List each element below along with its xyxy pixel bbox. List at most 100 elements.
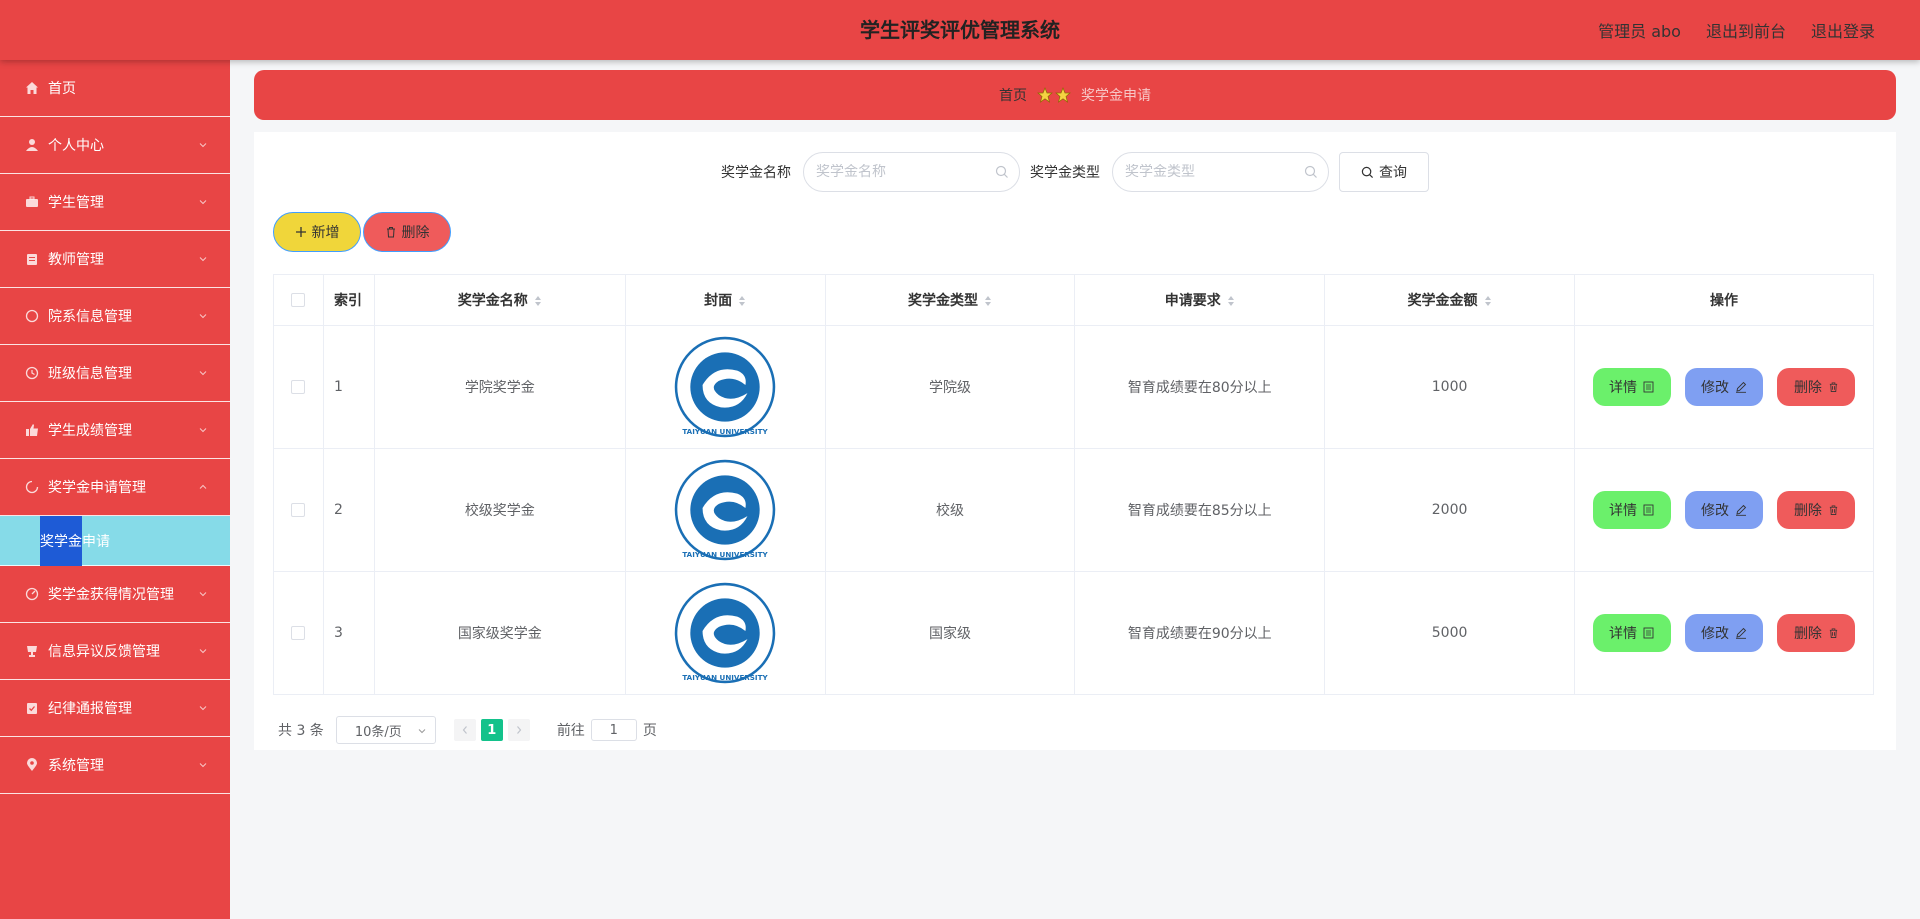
bulk-delete-button-label: 删除	[401, 225, 430, 241]
chevron-left-icon	[462, 726, 467, 734]
cup-icon	[24, 644, 39, 659]
cell-type: 学院级	[824, 325, 1076, 449]
edit-button[interactable]: 修改	[1684, 491, 1763, 529]
cell-requirement: 智育成绩要在85分以上	[1074, 448, 1326, 572]
edit-button[interactable]: 修改	[1684, 614, 1763, 652]
row-checkbox[interactable]	[291, 626, 306, 640]
cell-amount: 2000	[1324, 448, 1575, 572]
sidebar-item-scholarship-award-management[interactable]: 奖学金获得情况管理	[0, 566, 230, 623]
sidebar-item-teacher-management[interactable]: 教师管理	[0, 231, 230, 288]
breadcrumb: 首页 奖学金申请	[254, 70, 1896, 120]
sort-icon	[985, 296, 991, 306]
sidebar-subitem-scholarship-application[interactable]: 奖学金 申请	[0, 515, 230, 566]
chevron-down-icon	[199, 257, 207, 262]
cell-operations: 详情 修改 删除	[1573, 571, 1875, 695]
next-page-button[interactable]	[507, 719, 530, 741]
search-icon	[1361, 166, 1374, 178]
university-logo-image[interactable]: TAIYUAN UNIVERSITY	[674, 582, 776, 684]
current-user: 管理员 abo	[1598, 22, 1681, 41]
header-actions: 管理员 abo 退出到前台 退出登录	[1598, 0, 1875, 60]
star-separator-icon	[1037, 87, 1071, 103]
goto-page-input[interactable]	[590, 719, 637, 741]
sidebar-item-personal-center[interactable]: 个人中心	[0, 117, 230, 174]
header-cover[interactable]: 封面	[624, 274, 826, 326]
cell-index: 3	[322, 571, 375, 695]
header-requirement[interactable]: 申请要求	[1074, 274, 1326, 326]
table-row: 2 校级奖学金 TAIYUAN UNIVERSITY 校级 智育成绩要在85分以…	[273, 448, 1875, 572]
cell-requirement: 智育成绩要在90分以上	[1074, 571, 1326, 695]
clipboard-icon	[24, 252, 39, 267]
detail-button[interactable]: 详情	[1592, 368, 1671, 406]
row-checkbox-cell	[273, 448, 324, 572]
detail-button[interactable]: 详情	[1592, 614, 1671, 652]
row-checkbox[interactable]	[291, 380, 306, 394]
loading-icon	[24, 480, 39, 495]
document-icon	[1643, 627, 1654, 639]
chevron-down-icon	[418, 729, 426, 734]
trash-icon	[386, 227, 395, 238]
briefcase-icon	[24, 195, 39, 210]
sidebar-item-scholarship-application-management[interactable]: 奖学金申请管理	[0, 459, 230, 516]
sidebar: 首页 个人中心 学生管理 教师管理 院系信息管理 班级信息管理 学生成绩管理 奖…	[0, 60, 230, 919]
chevron-down-icon	[199, 763, 207, 768]
sidebar-item-home[interactable]: 首页	[0, 60, 230, 117]
logo-text: TAIYUAN UNIVERSITY	[683, 550, 769, 559]
row-delete-button[interactable]: 删除	[1777, 368, 1856, 406]
name-search-label: 奖学金名称	[721, 165, 791, 181]
compass-icon	[24, 309, 39, 324]
header-name[interactable]: 奖学金名称	[373, 274, 626, 326]
university-logo-image[interactable]: TAIYUAN UNIVERSITY	[674, 336, 776, 438]
chevron-down-icon	[199, 592, 207, 597]
submenu-label-selected: 奖学金	[40, 515, 82, 566]
sidebar-item-department-info[interactable]: 院系信息管理	[0, 288, 230, 345]
cell-cover: TAIYUAN UNIVERSITY	[624, 571, 826, 695]
goto-label: 前往	[556, 723, 585, 739]
pencil-icon	[1735, 627, 1747, 639]
bulk-delete-button[interactable]: 删除	[363, 212, 451, 252]
sidebar-item-class-info[interactable]: 班级信息管理	[0, 345, 230, 402]
breadcrumb-home[interactable]: 首页	[999, 85, 1027, 105]
header-cover-label: 封面	[704, 293, 733, 309]
header-type[interactable]: 奖学金类型	[824, 274, 1076, 326]
name-search-input[interactable]	[816, 164, 976, 180]
page-size-select[interactable]: 10条/页	[335, 716, 436, 744]
row-delete-button[interactable]: 删除	[1777, 491, 1856, 529]
thumbs-up-icon	[24, 423, 39, 438]
detail-button[interactable]: 详情	[1592, 491, 1671, 529]
edit-button-label: 修改	[1700, 626, 1729, 642]
row-delete-button-label: 删除	[1793, 503, 1822, 519]
logout-link[interactable]: 退出登录	[1811, 18, 1875, 42]
sidebar-item-discipline-notice-management[interactable]: 纪律通报管理	[0, 680, 230, 737]
sidebar-item-grade-management[interactable]: 学生成绩管理	[0, 402, 230, 459]
header-requirement-label: 申请要求	[1164, 293, 1221, 309]
sidebar-item-system-management[interactable]: 系统管理	[0, 737, 230, 794]
exit-to-front-link[interactable]: 退出到前台	[1706, 18, 1786, 42]
query-button[interactable]: 查询	[1339, 152, 1429, 192]
row-delete-button[interactable]: 删除	[1777, 614, 1856, 652]
sidebar-item-label: 班级信息管理	[48, 366, 132, 382]
user-icon	[24, 138, 39, 153]
chevron-down-icon	[199, 706, 207, 711]
university-logo-image[interactable]: TAIYUAN UNIVERSITY	[674, 459, 776, 561]
sidebar-item-label: 个人中心	[48, 138, 104, 154]
chevron-down-icon	[199, 143, 207, 148]
chevron-right-icon	[516, 726, 522, 734]
header-checkbox-cell	[273, 274, 324, 326]
detail-button-label: 详情	[1609, 380, 1638, 396]
edit-button[interactable]: 修改	[1684, 368, 1763, 406]
chevron-down-icon	[199, 428, 207, 433]
table-row: 3 国家级奖学金 TAIYUAN UNIVERSITY 国家级 智育成绩要在90…	[273, 571, 1875, 695]
sidebar-item-student-management[interactable]: 学生管理	[0, 174, 230, 231]
row-checkbox[interactable]	[291, 503, 306, 517]
type-search-input[interactable]	[1125, 164, 1285, 180]
pencil-icon	[1735, 381, 1747, 393]
page-number-current[interactable]: 1	[480, 719, 503, 741]
sidebar-item-feedback-management[interactable]: 信息异议反馈管理	[0, 623, 230, 680]
document-icon	[1643, 381, 1654, 393]
add-button[interactable]: 新增	[273, 212, 361, 252]
header-amount[interactable]: 奖学金金额	[1324, 274, 1575, 326]
prev-page-button[interactable]	[453, 719, 476, 741]
select-all-checkbox[interactable]	[291, 293, 306, 307]
document-icon	[1643, 504, 1654, 516]
clock-icon	[24, 366, 39, 381]
